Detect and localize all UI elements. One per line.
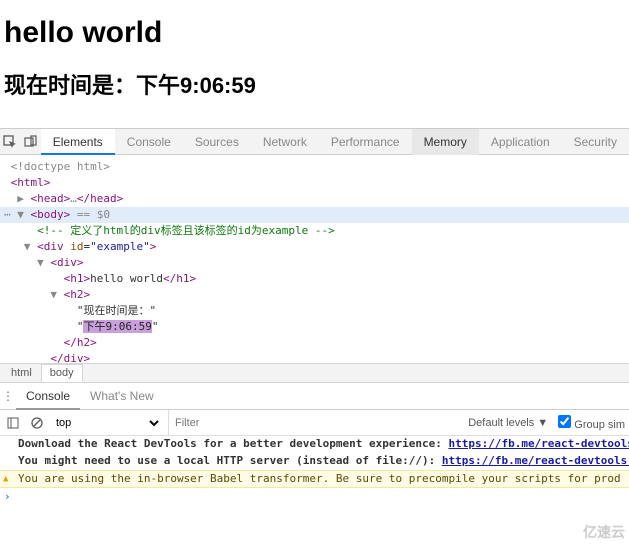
devtools-panel: Elements Console Sources Network Perform… (0, 128, 629, 506)
console-sidebar-toggle-icon[interactable] (4, 414, 22, 432)
clear-console-icon[interactable] (28, 414, 46, 432)
log-row-warning: You are using the in-browser Babel trans… (0, 470, 629, 488)
log-levels-select[interactable]: Default levels ▼ (468, 417, 548, 429)
react-devtools-link[interactable]: https://fb.me/react-devtools (448, 437, 629, 450)
watermark: 亿速云 (583, 522, 625, 542)
console-toolbar: top Default levels ▼ Group sim (0, 410, 629, 436)
context-select[interactable]: top (52, 416, 162, 430)
time-value: 下午9:06:59 (136, 73, 256, 98)
time-label: 现在时间是： (4, 73, 136, 98)
doctype-node: <!doctype html> (11, 160, 110, 173)
drawer-tab-console[interactable]: Console (16, 383, 80, 410)
page-time: 现在时间是：下午9:06:59 (4, 68, 625, 100)
console-log: Download the React DevTools for a better… (0, 436, 629, 506)
tab-memory[interactable]: Memory (412, 129, 479, 155)
body-node[interactable]: <body> == $0 (0, 207, 629, 223)
log-row: Download the React DevTools for a better… (0, 436, 629, 453)
group-similar-checkbox[interactable]: Group sim (554, 415, 625, 431)
drawer-tab-whatsnew[interactable]: What's New (80, 383, 164, 410)
highlighted-text: 下午9:06:59 (83, 320, 151, 333)
drawer-tabs: ⋮ Console What's New (0, 383, 629, 410)
tab-sources[interactable]: Sources (183, 129, 251, 155)
tab-console[interactable]: Console (115, 129, 183, 155)
crumb-html[interactable]: html (2, 364, 41, 382)
tab-elements[interactable]: Elements (41, 129, 115, 155)
tab-performance[interactable]: Performance (319, 129, 412, 155)
filter-input[interactable] (168, 410, 348, 436)
dom-tree[interactable]: <!doctype html> <html> ▶ <head>…</head> … (0, 155, 629, 363)
page-heading: hello world (4, 16, 625, 50)
devtools-tabbar: Elements Console Sources Network Perform… (0, 129, 629, 155)
log-row: You might need to use a local HTTP serve… (0, 453, 629, 470)
device-toggle-icon[interactable] (20, 129, 40, 155)
react-devtools-link-2[interactable]: https://fb.me/react-devtools- (442, 454, 629, 467)
tab-application[interactable]: Application (479, 129, 562, 155)
page-content: hello world 现在时间是：下午9:06:59 (0, 0, 629, 128)
crumb-body[interactable]: body (41, 364, 83, 382)
console-prompt[interactable]: › (0, 488, 629, 506)
breadcrumb: html body (0, 363, 629, 383)
comment-node: <!-- 定义了html的div标签且该标签的id为example --> (37, 224, 335, 237)
tab-network[interactable]: Network (251, 129, 319, 155)
tab-security[interactable]: Security (562, 129, 629, 155)
inspect-icon[interactable] (0, 129, 20, 155)
drawer-menu-icon[interactable]: ⋮ (0, 389, 16, 403)
